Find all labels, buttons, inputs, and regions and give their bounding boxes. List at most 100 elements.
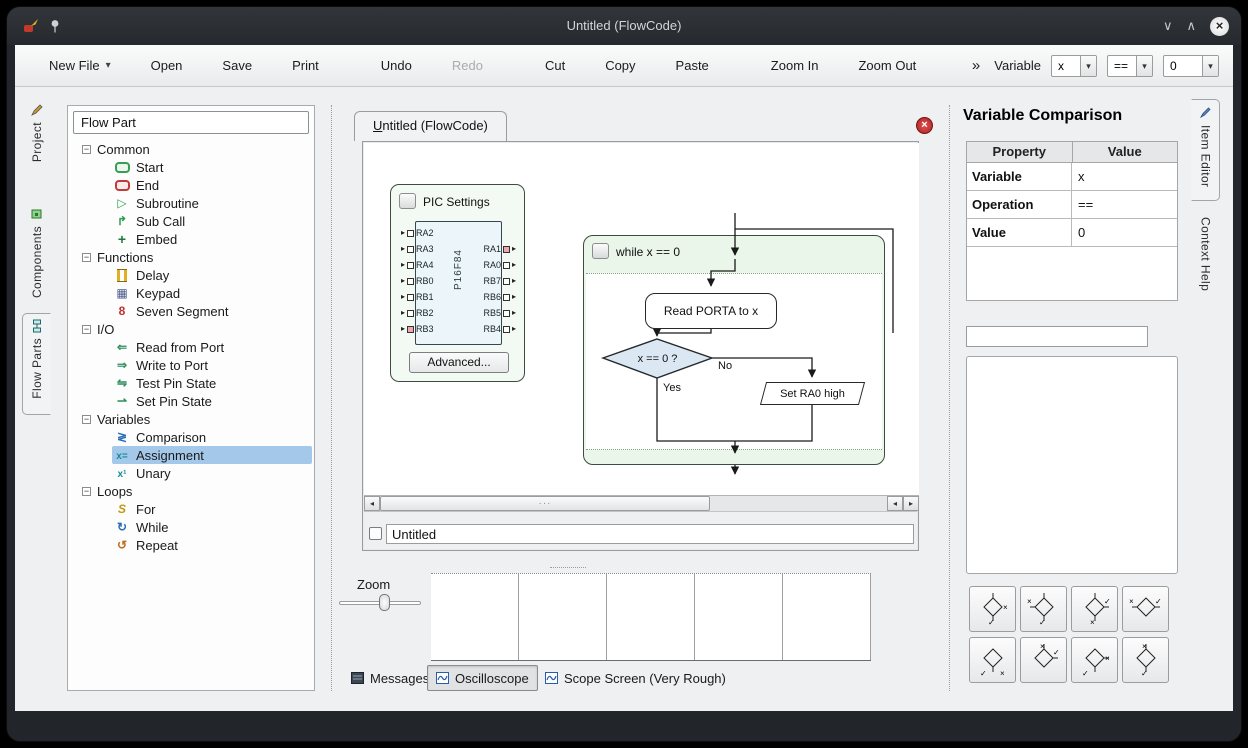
pic-settings-component[interactable]: PIC Settings P16F84 ▸RA2 ▸RA3 ▸RA4 ▸RB0 …: [390, 184, 525, 382]
flowchart-canvas[interactable]: while x == 0: [364, 143, 919, 495]
tab-flow-parts[interactable]: Flow Parts: [22, 313, 51, 415]
pin-rb3[interactable]: [407, 326, 414, 333]
tree-item-write-to-port[interactable]: Write to Port: [70, 356, 312, 374]
print-button[interactable]: Print: [272, 52, 339, 79]
item-editor-listbox[interactable]: [966, 356, 1178, 574]
pin-ra3[interactable]: [407, 246, 414, 253]
tree-item-set-pin-state[interactable]: Set Pin State: [70, 392, 312, 410]
tab-scope-screen[interactable]: Scope Screen (Very Rough): [537, 665, 734, 691]
flow-part-header[interactable]: Flow Part: [73, 111, 309, 134]
collapse-icon[interactable]: −: [82, 145, 91, 154]
zoom-slider-thumb[interactable]: [379, 594, 390, 611]
pin-ra1[interactable]: [503, 246, 510, 253]
collapse-icon[interactable]: −: [82, 253, 91, 262]
new-file-dropdown-icon[interactable]: ▾: [106, 60, 111, 71]
tree-group-io[interactable]: −I/O: [70, 320, 312, 338]
zoom-out-button[interactable]: Zoom Out: [838, 52, 936, 79]
collapse-icon[interactable]: −: [82, 415, 91, 424]
value-combo[interactable]: 0 ▾: [1163, 55, 1219, 77]
tree-item-assignment[interactable]: Assignment: [112, 446, 312, 464]
tab-oscilloscope[interactable]: Oscilloscope: [427, 665, 538, 691]
tree-item-embed[interactable]: Embed: [70, 230, 312, 248]
pin-rb0[interactable]: [407, 278, 414, 285]
tree-item-read-from-port[interactable]: Read from Port: [70, 338, 312, 356]
comparison-layout-button-7[interactable]: ×✓: [1071, 637, 1118, 683]
tree-item-start[interactable]: Start: [70, 158, 312, 176]
titlebar[interactable]: Untitled (FlowCode) ∨ ∧ ×: [7, 7, 1241, 45]
cut-button[interactable]: Cut: [525, 52, 585, 79]
pin-ra4[interactable]: [407, 262, 414, 269]
document-name-field[interactable]: Untitled: [386, 524, 914, 544]
undo-button[interactable]: Undo: [361, 52, 432, 79]
tree-item-unary[interactable]: Unary: [70, 464, 312, 482]
scroll-left-button[interactable]: ◂: [364, 496, 380, 511]
pin-rb2[interactable]: [407, 310, 414, 317]
component-handle-icon[interactable]: [399, 193, 416, 209]
collapse-icon[interactable]: −: [82, 325, 91, 334]
comparison-layout-button-2[interactable]: ×✓: [1020, 586, 1067, 632]
open-button[interactable]: Open: [131, 52, 203, 79]
copy-button[interactable]: Copy: [585, 52, 655, 79]
maximize-button[interactable]: ∧: [1186, 18, 1196, 34]
collapse-icon[interactable]: −: [82, 487, 91, 496]
tab-components[interactable]: Components: [22, 201, 51, 305]
tree-item-keypad[interactable]: Keypad: [70, 284, 312, 302]
minimize-button[interactable]: ∨: [1163, 18, 1173, 34]
tree-item-while[interactable]: While: [70, 518, 312, 536]
tree-item-repeat[interactable]: Repeat: [70, 536, 312, 554]
scroll-left-button-2[interactable]: ◂: [887, 496, 903, 511]
tree-item-comparison[interactable]: Comparison: [70, 428, 312, 446]
tree-group-variables[interactable]: −Variables: [70, 410, 312, 428]
pin-rb7[interactable]: [503, 278, 510, 285]
table-row[interactable]: Variable x: [967, 163, 1177, 191]
tab-messages[interactable]: Messages: [343, 665, 437, 691]
set-output-block[interactable]: Set RA0 high: [763, 382, 862, 405]
tree-item-subroutine[interactable]: Subroutine: [70, 194, 312, 212]
comparison-layout-button-5[interactable]: ✓×: [969, 637, 1016, 683]
tree-item-seven-segment[interactable]: Seven Segment: [70, 302, 312, 320]
pin-ra2[interactable]: [407, 230, 414, 237]
comparison-layout-button-6[interactable]: ×✓: [1020, 637, 1067, 683]
tree-item-delay[interactable]: Delay: [70, 266, 312, 284]
table-row[interactable]: Value 0: [967, 219, 1177, 247]
tree-item-sub-call[interactable]: Sub Call: [70, 212, 312, 230]
scrollbar-thumb[interactable]: ···: [380, 496, 710, 511]
tree-group-common[interactable]: −Common: [70, 140, 312, 158]
tree-item-for[interactable]: For: [70, 500, 312, 518]
tree-group-loops[interactable]: −Loops: [70, 482, 312, 500]
bottom-splitter[interactable]: [550, 567, 586, 568]
zoom-in-button[interactable]: Zoom In: [751, 52, 839, 79]
comparison-layout-button-1[interactable]: ×✓: [969, 586, 1016, 632]
tab-item-editor[interactable]: Item Editor: [1191, 99, 1220, 201]
tab-project[interactable]: Project: [22, 97, 51, 193]
comparison-layout-button-3[interactable]: ✓×: [1071, 586, 1118, 632]
close-window-button[interactable]: ×: [1210, 17, 1229, 36]
close-tab-button[interactable]: ×: [916, 117, 933, 134]
advanced-button[interactable]: Advanced...: [409, 352, 509, 373]
horizontal-scrollbar[interactable]: ◂ ··· ◂ ▸: [364, 495, 919, 511]
scroll-right-button[interactable]: ▸: [903, 496, 919, 511]
pin-ra0[interactable]: [503, 262, 510, 269]
new-file-button[interactable]: New File▾: [29, 52, 131, 79]
decision-block[interactable]: x == 0 ?: [603, 339, 712, 378]
paste-button[interactable]: Paste: [656, 52, 729, 79]
comparison-layout-button-4[interactable]: ×✓: [1122, 586, 1169, 632]
chevron-down-icon[interactable]: ▾: [1202, 56, 1218, 76]
left-splitter[interactable]: [331, 105, 332, 691]
save-button[interactable]: Save: [202, 52, 272, 79]
chevron-down-icon[interactable]: ▾: [1080, 56, 1096, 76]
table-row[interactable]: Operation ==: [967, 191, 1177, 219]
variable-combo[interactable]: x ▾: [1051, 55, 1097, 77]
operation-combo[interactable]: == ▾: [1107, 55, 1153, 77]
tree-item-end[interactable]: End: [70, 176, 312, 194]
document-checkbox[interactable]: [369, 527, 382, 540]
read-porta-block[interactable]: Read PORTA to x: [645, 293, 777, 329]
right-splitter[interactable]: [949, 105, 950, 691]
block-handle-icon[interactable]: [592, 243, 609, 259]
document-tab[interactable]: Untitled (FlowCode): [354, 111, 507, 141]
toolbar-overflow-chevron[interactable]: »: [972, 57, 980, 74]
comparison-layout-button-8[interactable]: ×✓: [1122, 637, 1169, 683]
tab-context-help[interactable]: Context Help: [1191, 211, 1220, 309]
tree-item-test-pin-state[interactable]: Test Pin State: [70, 374, 312, 392]
pin-rb5[interactable]: [503, 310, 510, 317]
